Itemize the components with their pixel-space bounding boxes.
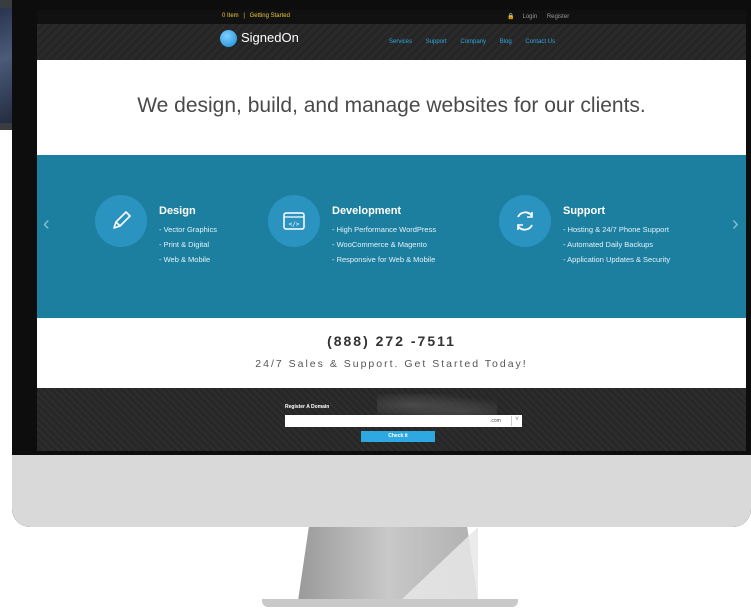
nav-company[interactable]: Company — [460, 39, 486, 45]
list-item: Hosting & 24/7 Phone Support — [563, 225, 670, 240]
nav-blog[interactable]: Blog — [500, 39, 512, 45]
feature-title: Development — [332, 205, 402, 217]
feature-title: Support — [563, 205, 606, 217]
register-link[interactable]: Register — [547, 14, 569, 20]
contact-section: (888) 272 -7511 24/7 Sales & Support. Ge… — [37, 318, 746, 388]
domain-label: Register A Domain — [285, 404, 330, 410]
carousel-next-icon[interactable]: › — [732, 213, 739, 236]
feature-list: Vector Graphics Print & Digital Web & Mo… — [159, 225, 217, 270]
site-header: SignedOn Services Support Company Blog C… — [37, 24, 746, 60]
main-nav: Services Support Company Blog Contact Us — [389, 39, 567, 45]
list-item: WooCommerce & Magento — [332, 240, 436, 255]
nav-services[interactable]: Services — [389, 39, 412, 45]
list-item: Web & Mobile — [159, 255, 217, 270]
feature-list: High Performance WordPress WooCommerce &… — [332, 225, 436, 270]
feature-list: Hosting & 24/7 Phone Support Automated D… — [563, 225, 670, 270]
feature-title: Design — [159, 205, 196, 217]
list-item: Vector Graphics — [159, 225, 217, 240]
lock-icon: 🔒 — [507, 14, 515, 20]
login-link[interactable]: Login — [522, 14, 537, 20]
list-item: Print & Digital — [159, 240, 217, 255]
features-band: ‹ › Design Vector Graphics Print & Digit… — [37, 155, 746, 318]
cart-link[interactable]: 0 Item — [222, 13, 239, 19]
top-bar-right: 🔒 Login Register — [507, 13, 577, 20]
code-window-icon: </> — [268, 195, 320, 247]
domain-section: Register A Domain .com v Check it — [37, 388, 746, 451]
top-bar-left: 0 Item | Getting Started — [222, 13, 293, 19]
phone-number[interactable]: (888) 272 -7511 — [37, 333, 746, 349]
list-item: High Performance WordPress — [332, 225, 436, 240]
hero-headline: We design, build, and manage websites fo… — [137, 94, 646, 117]
list-item: Responsive for Web & Mobile — [332, 255, 436, 270]
svg-text:</>: </> — [289, 221, 300, 228]
check-domain-button[interactable]: Check it — [361, 431, 435, 442]
pencil-icon — [95, 195, 147, 247]
getting-started-link[interactable]: Getting Started — [250, 13, 290, 19]
logo-text[interactable]: SignedOn — [241, 30, 299, 45]
top-bar: 0 Item | Getting Started 🔒 Login Register — [37, 10, 746, 24]
list-item: Automated Daily Backups — [563, 240, 670, 255]
hero-section: We design, build, and manage websites fo… — [37, 60, 746, 155]
domain-extension: .com — [490, 418, 501, 424]
refresh-icon — [499, 195, 551, 247]
contact-tagline: 24/7 Sales & Support. Get Started Today! — [255, 358, 528, 370]
carousel-prev-icon[interactable]: ‹ — [43, 213, 50, 236]
list-item: Application Updates & Security — [563, 255, 670, 270]
top-bar-separator: | — [243, 13, 245, 19]
domain-input[interactable] — [285, 415, 522, 427]
monitor-base — [262, 599, 518, 607]
chevron-down-icon[interactable]: v — [511, 416, 522, 426]
nav-contact-us[interactable]: Contact Us — [525, 39, 555, 45]
logo-icon[interactable] — [220, 30, 237, 47]
website-screen: 0 Item | Getting Started 🔒 Login Register… — [37, 10, 746, 451]
monitor-chin — [12, 455, 751, 527]
nav-support[interactable]: Support — [426, 39, 447, 45]
